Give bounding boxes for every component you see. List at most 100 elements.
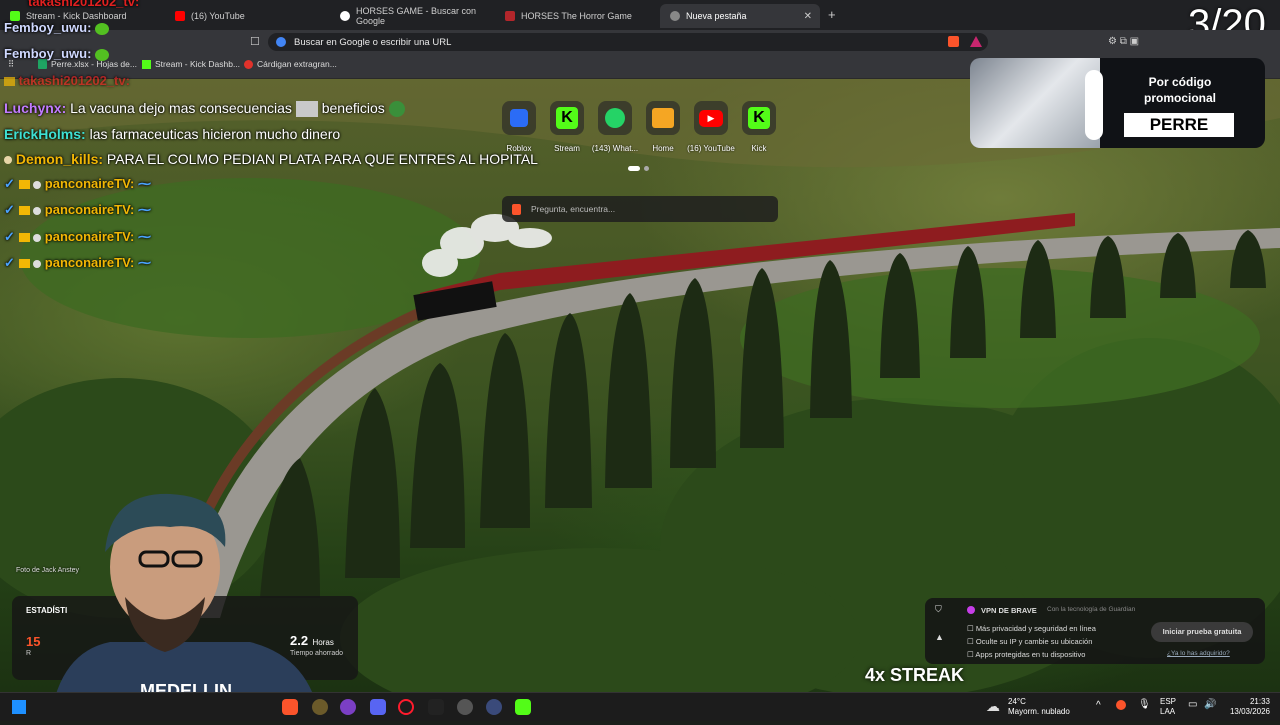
streak-label: 4x STREAK xyxy=(865,665,965,685)
chat-line: Femboy_uwu: xyxy=(4,46,110,61)
chat-line: takashi201202_tv: xyxy=(4,73,130,88)
tab-horses-game[interactable]: HORSES The Horror Game xyxy=(495,4,660,28)
crown-badge-icon xyxy=(4,77,15,87)
chat-line: Luchynx: La vacuna dejo mas consecuencia… xyxy=(4,100,405,118)
newtab-search-input[interactable]: Pregunta, encuentra... xyxy=(502,196,778,222)
promo-banner[interactable]: Por código promocional PERRE xyxy=(970,58,1265,148)
globe-emote-icon xyxy=(388,101,405,118)
opera-taskbar-icon[interactable] xyxy=(398,699,414,715)
user-badge-icon xyxy=(33,259,42,268)
whatsapp-icon xyxy=(605,108,625,128)
already-purchased-link[interactable]: ¿Ya lo has adquirido? xyxy=(1167,650,1230,657)
chat-line: takashi201202_tv: xyxy=(28,0,140,9)
horses-game-icon xyxy=(505,11,515,21)
youtube-icon: ▶ xyxy=(699,109,723,127)
shortcut-roblox[interactable]: Roblox xyxy=(502,101,536,153)
frog-emote-icon xyxy=(95,48,110,61)
brave-rewards-icon[interactable] xyxy=(970,36,982,47)
promo-icon-strip xyxy=(1085,70,1103,140)
promo-artwork xyxy=(970,58,1100,148)
user-badge-icon xyxy=(33,233,42,242)
brave-taskbar-icon[interactable] xyxy=(282,699,298,715)
sword-badge-icon: ✓ xyxy=(4,255,15,270)
crown-badge-icon xyxy=(18,180,30,190)
crown-badge-icon xyxy=(18,259,30,269)
kick-icon: K xyxy=(556,107,578,129)
emote-icon: ⁓ xyxy=(137,229,151,244)
cloud-weather-icon: ☁ xyxy=(986,698,1000,714)
tab-youtube[interactable]: (16) YouTube xyxy=(165,4,330,28)
tray-app-icon[interactable] xyxy=(1116,700,1126,710)
app-taskbar-icon[interactable] xyxy=(428,699,444,715)
shortcut-kick[interactable]: K Kick xyxy=(742,101,776,153)
clapperboard-icon xyxy=(652,108,674,128)
kick-icon: K xyxy=(748,107,770,129)
shortcut-home[interactable]: Home xyxy=(646,101,680,153)
address-bar: ☐ Buscar en Google o escribir una URL ⚙ … xyxy=(0,30,1280,54)
app-taskbar-icon[interactable] xyxy=(312,699,328,715)
brave-vpn-card: ⛉ ▲ VPN DE BRAVE Con la tecnología de Gu… xyxy=(925,598,1265,664)
tab-bar: Stream - Kick Dashboard (16) YouTube HOR… xyxy=(0,0,1280,30)
brave-shields-icon[interactable] xyxy=(948,36,959,47)
kick-taskbar-icon[interactable] xyxy=(515,699,531,715)
shield-icon: ⛉ xyxy=(935,604,942,614)
chat-line: ✓ panconaireTV: ⁓ xyxy=(4,202,151,217)
taskbar: ☁ 24°C Mayorm. nublado ^ 🎙 ESP LAA ▭ 🔊 2… xyxy=(0,692,1280,721)
microphone-icon[interactable]: 🎙 xyxy=(1138,699,1151,710)
warning-icon: ▲ xyxy=(935,632,944,642)
shortcut-whatsapp[interactable]: (143) What... xyxy=(592,101,638,153)
sword-badge-icon: ✓ xyxy=(4,202,15,217)
crown-badge-icon xyxy=(18,233,30,243)
clock[interactable]: 21:33 13/03/2026 xyxy=(1228,697,1270,717)
omnibox[interactable]: Buscar en Google o escribir una URL xyxy=(268,33,988,51)
roblox-icon xyxy=(510,109,528,127)
google-icon xyxy=(276,37,286,47)
chevron-up-icon[interactable]: ^ xyxy=(1096,700,1101,711)
tab-horses-search[interactable]: HORSES GAME - Buscar con Google xyxy=(330,4,495,28)
page-indicator-active[interactable] xyxy=(628,166,640,171)
chat-line: ErickHolms: las farmaceuticas hicieron m… xyxy=(4,126,341,142)
brave-icon xyxy=(512,203,521,215)
emote-icon: ⁓ xyxy=(137,176,151,191)
start-trial-button[interactable]: Iniciar prueba gratuita xyxy=(1151,622,1253,642)
language-indicator[interactable]: ESP LAA xyxy=(1160,697,1176,717)
emote-icon: ⁓ xyxy=(137,202,151,217)
emote-icon: ⁓ xyxy=(137,255,151,270)
shortcut-stream[interactable]: K Stream xyxy=(550,101,584,153)
chat-line: Demon_kills: PARA EL COLMO PEDIAN PLATA … xyxy=(4,151,538,167)
google-icon xyxy=(340,11,350,21)
shop-icon xyxy=(244,59,253,69)
shortcut-youtube[interactable]: ▶ (16) YouTube xyxy=(687,101,735,153)
new-tab-button[interactable]: + xyxy=(828,7,836,22)
volume-icon[interactable]: 🔊 xyxy=(1204,699,1216,710)
vpn-icon xyxy=(967,606,975,614)
sword-badge-icon: ✓ xyxy=(4,229,15,244)
extensions-icon[interactable]: ⚙ ⧉ ▣ xyxy=(1108,36,1139,47)
chat-line: ✓ panconaireTV: ⁓ xyxy=(4,176,151,191)
chat-line: ✓ panconaireTV: ⁓ xyxy=(4,229,151,244)
vpn-bullet: ☐ Oculte su IP y cambie su ubicación xyxy=(967,637,1093,646)
app-taskbar-icon[interactable] xyxy=(340,699,356,715)
bookmark-icon[interactable]: ☐ xyxy=(250,35,260,48)
brave-icon xyxy=(670,11,680,21)
streamer-webcam: MEDELLIN xyxy=(30,492,330,720)
tab-new-tab[interactable]: Nueva pestaña ✕ xyxy=(660,4,820,28)
app-taskbar-icon[interactable] xyxy=(457,699,473,715)
vpn-bullet: ☐ Apps protegidas en tu dispositivo xyxy=(967,650,1086,659)
bookmark-kick-dashboard[interactable]: Stream - Kick Dashb... xyxy=(142,59,240,69)
windows-start-icon[interactable] xyxy=(12,700,26,714)
network-icon[interactable]: ▭ xyxy=(1188,699,1197,710)
close-tab-icon[interactable]: ✕ xyxy=(804,11,812,22)
sword-badge-icon: ✓ xyxy=(4,176,15,191)
user-badge-icon xyxy=(4,156,12,165)
youtube-icon xyxy=(175,11,185,21)
frog-emote-icon xyxy=(95,22,110,35)
app-taskbar-icon[interactable] xyxy=(486,699,502,715)
bookmark-cardigan[interactable]: Cárdigan extragran... xyxy=(244,59,337,69)
user-badge-icon xyxy=(33,206,42,215)
emote-icon xyxy=(295,101,318,118)
weather-widget[interactable]: 24°C Mayorm. nublado xyxy=(1008,697,1070,717)
discord-taskbar-icon[interactable] xyxy=(370,699,386,715)
page-indicator[interactable] xyxy=(644,166,649,171)
chat-line: Femboy_uwu: xyxy=(4,20,110,35)
